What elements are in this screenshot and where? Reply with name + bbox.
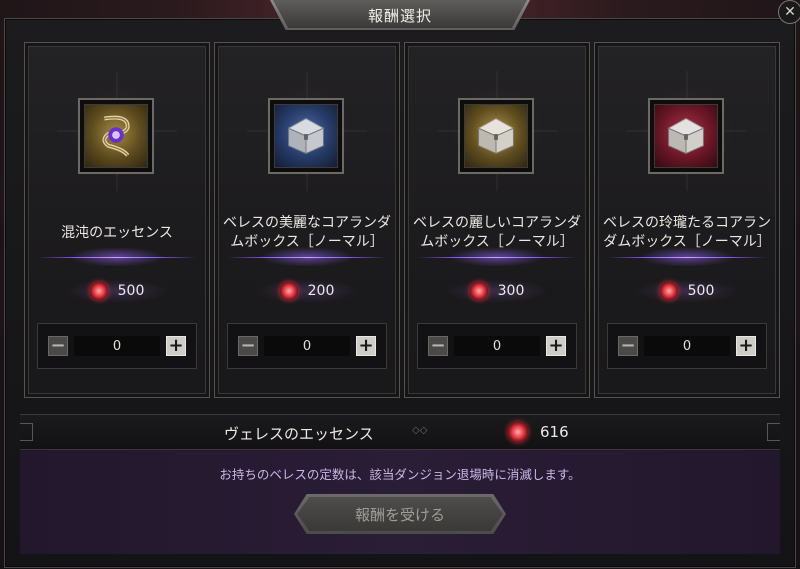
item-icon-frame <box>268 98 344 174</box>
essence-gem-icon <box>279 282 298 300</box>
quantity-stepper: − 0 + <box>417 323 577 369</box>
increase-button[interactable]: + <box>736 336 756 356</box>
reward-card[interactable]: 混沌のエッセンス 500 − 0 + <box>24 42 210 398</box>
essence-gem-icon <box>508 422 528 442</box>
item-price: 300 <box>405 279 589 303</box>
item-price: 500 <box>595 279 779 303</box>
quantity-stepper: − 0 + <box>37 323 197 369</box>
separator-ornament-icon: ◇◇ <box>412 425 428 436</box>
item-price: 500 <box>25 279 209 303</box>
title-tab: 報酬選択 <box>270 0 530 30</box>
price-value: 300 <box>497 283 525 299</box>
price-value: 200 <box>307 283 335 299</box>
claim-reward-label: 報酬を受ける <box>297 497 503 531</box>
decrease-button[interactable]: − <box>618 336 638 356</box>
essence-label: ヴェレスのエッセンス <box>224 425 374 443</box>
increase-button[interactable]: + <box>546 336 566 356</box>
essence-gem-icon <box>89 282 108 300</box>
chest-icon <box>667 118 705 155</box>
increase-button[interactable]: + <box>356 336 376 356</box>
item-price: 200 <box>215 279 399 303</box>
reward-card[interactable]: ベレスの美麗なコアランダムボックス［ノーマル］ 200 − 0 + <box>214 42 400 398</box>
quantity-field[interactable]: 0 <box>644 336 730 356</box>
chest-icon <box>287 118 325 155</box>
card-divider <box>37 247 197 267</box>
chest-icon <box>477 118 515 155</box>
scroll-orb-icon <box>102 115 130 157</box>
card-divider <box>607 247 767 267</box>
increase-button[interactable]: + <box>166 336 186 356</box>
item-icon-frame <box>648 98 724 174</box>
quantity-stepper: − 0 + <box>227 323 387 369</box>
card-divider <box>417 247 577 267</box>
essence-balance-bar: ヴェレスのエッセンス ◇◇ 616 <box>20 414 780 450</box>
price-value: 500 <box>117 283 145 299</box>
quantity-field[interactable]: 0 <box>454 336 540 356</box>
quantity-field[interactable]: 0 <box>264 336 350 356</box>
item-icon-frame <box>78 98 154 174</box>
claim-reward-button[interactable]: 報酬を受ける <box>294 494 506 534</box>
close-button[interactable]: ✕ <box>778 0 800 24</box>
reward-card[interactable]: ベレスの麗しいコアランダムボックス［ノーマル］ 300 − 0 + <box>404 42 590 398</box>
notice-text: お持ちのベレスの定数は、該当ダンジョン退場時に消滅します。 <box>219 467 581 482</box>
reward-card[interactable]: ベレスの玲瓏たるコアランダムボックス［ノーマル］ 500 − 0 + <box>594 42 780 398</box>
decrease-button[interactable]: − <box>48 336 68 356</box>
card-divider <box>227 247 387 267</box>
item-icon-frame <box>458 98 534 174</box>
essence-gem-icon <box>469 282 488 300</box>
essence-value: 616 <box>540 423 569 441</box>
quantity-stepper: − 0 + <box>607 323 767 369</box>
window-title: 報酬選択 <box>367 6 432 25</box>
decrease-button[interactable]: − <box>428 336 448 356</box>
price-value: 500 <box>687 283 715 299</box>
essence-gem-icon <box>659 282 678 300</box>
reward-cards: 混沌のエッセンス 500 − 0 + ベレスの美麗なコアランダムボックス［ノーマ… <box>24 42 780 398</box>
quantity-field[interactable]: 0 <box>74 336 160 356</box>
decrease-button[interactable]: − <box>238 336 258 356</box>
